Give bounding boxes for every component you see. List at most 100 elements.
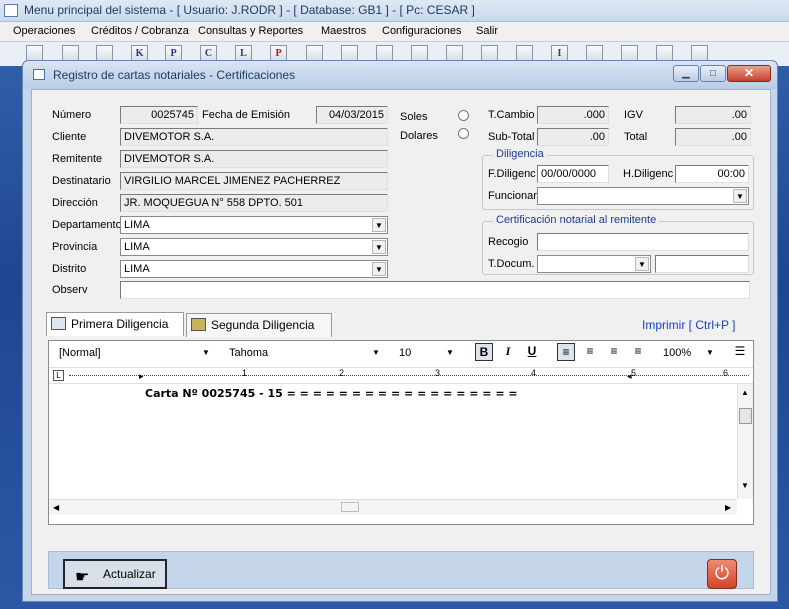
dolares-radio[interactable] <box>458 128 469 139</box>
chevron-down-icon[interactable]: ▼ <box>703 346 717 360</box>
tab-segunda-diligencia[interactable]: Segunda Diligencia <box>186 313 332 337</box>
chevron-down-icon[interactable]: ▼ <box>635 257 649 271</box>
provincia-select[interactable]: LIMA ▼ <box>120 238 388 256</box>
diligencia-caption: Diligencia <box>493 148 547 160</box>
main-title-bar: Menu principal del sistema - [ Usuario: … <box>0 0 789 22</box>
departamento-label: Departamento <box>52 219 122 231</box>
direccion-field[interactable]: JR. MOQUEGUA N° 558 DPTO. 501 <box>120 194 388 212</box>
menu-salir[interactable]: Salir <box>476 25 498 37</box>
provincia-label: Provincia <box>52 241 98 253</box>
align-right-icon[interactable]: ≡ <box>581 343 599 361</box>
actualizar-button[interactable]: ☛ Actualizar <box>63 559 167 589</box>
minimize-button[interactable]: ▁ <box>673 65 699 82</box>
menu-creditos-cobranza[interactable]: Créditos / Cobranza <box>91 25 189 37</box>
style-select[interactable]: [Normal] ▼ <box>55 344 215 362</box>
tcambio-field[interactable]: .000 <box>537 106 609 124</box>
font-select[interactable]: Tahoma ▼ <box>225 344 385 362</box>
imprimir-link[interactable]: Imprimir [ Ctrl+P ] <box>642 318 735 332</box>
total-label: Total <box>624 131 648 143</box>
observ-field[interactable] <box>120 281 750 299</box>
chevron-down-icon[interactable]: ▼ <box>372 240 386 254</box>
tdocum-number-field[interactable] <box>655 255 749 273</box>
chevron-down-icon[interactable]: ▼ <box>372 262 386 276</box>
scroll-thumb[interactable] <box>739 408 752 424</box>
soles-radio[interactable] <box>458 110 469 121</box>
ruler-ticks <box>69 375 749 377</box>
scroll-down-icon[interactable]: ▼ <box>741 481 749 490</box>
dialog-title: Registro de cartas notariales - Certific… <box>53 68 296 82</box>
rich-text-editor: [Normal] ▼ Tahoma ▼ 10 ▼ B I U ≡ ≡ ≡ ≡ 100%… <box>48 340 754 525</box>
power-icon[interactable]: ⏻ <box>707 559 737 589</box>
cliente-field[interactable]: DIVEMOTOR S.A. <box>120 128 388 146</box>
certificacion-group: Certificación notarial al remitente Reco… <box>482 214 754 275</box>
zoom-select[interactable]: 100% ▼ <box>659 344 719 362</box>
igv-label: IGV <box>624 109 643 121</box>
certificacion-caption: Certificación notarial al remitente <box>493 214 660 226</box>
main-window-title: Menu principal del sistema - [ Usuario: … <box>24 3 475 17</box>
funcionar-select[interactable]: ▼ <box>537 187 749 205</box>
scroll-up-icon[interactable]: ▲ <box>741 388 749 397</box>
underline-button[interactable]: U <box>523 343 541 361</box>
remitente-field[interactable]: DIVEMOTOR S.A. <box>120 150 388 168</box>
destinatario-field[interactable]: VIRGILIO MARCEL JIMENEZ PACHERREZ <box>120 172 388 190</box>
close-button[interactable]: ✕ <box>727 65 771 82</box>
vertical-scrollbar[interactable]: ▲ ▼ <box>737 384 753 499</box>
list-icon[interactable]: ☰ <box>731 343 749 361</box>
hdiligenc-field[interactable]: 00:00 <box>675 165 749 183</box>
scroll-left-icon[interactable]: ◀ <box>53 503 59 512</box>
menu-consultas-reportes[interactable]: Consultas y Reportes <box>198 25 303 37</box>
maximize-button[interactable]: □ <box>700 65 726 82</box>
tdocum-select[interactable]: ▼ <box>537 255 651 273</box>
fdiligenc-field[interactable]: 00/00/0000 <box>537 165 609 183</box>
ruler-mark: 3 <box>435 368 441 378</box>
horizontal-scrollbar[interactable]: ◀ ▶ <box>49 499 737 515</box>
actualizar-label: Actualizar <box>103 567 156 581</box>
subtotal-field[interactable]: .00 <box>537 128 609 146</box>
scroll-right-icon[interactable]: ▶ <box>725 503 731 512</box>
scroll-thumb-h[interactable] <box>341 502 359 512</box>
igv-field[interactable]: .00 <box>675 106 751 124</box>
align-left-icon[interactable]: ≡ <box>557 343 575 361</box>
dialog-window-icon <box>33 69 45 80</box>
recogio-field[interactable] <box>537 233 749 251</box>
document-text[interactable]: Carta Nº 0025745 - 15 = = = = = = = = = … <box>145 387 518 400</box>
bold-button[interactable]: B <box>475 343 493 361</box>
fecha-emision-field[interactable]: 04/03/2015 <box>316 106 388 124</box>
ruler-mark: 6 <box>723 368 729 378</box>
soles-label: Soles <box>400 111 428 123</box>
direccion-label: Dirección <box>52 197 98 209</box>
distrito-label: Distrito <box>52 263 87 275</box>
align-justify-icon[interactable]: ≡ <box>629 343 647 361</box>
chevron-down-icon[interactable]: ▼ <box>199 346 213 360</box>
menu-bar: Operaciones Créditos / Cobranza Consulta… <box>0 22 789 42</box>
ruler: L ▸ 1 2 3 4 ◂ 5 6 <box>49 367 753 384</box>
chevron-down-icon[interactable]: ▼ <box>369 346 383 360</box>
dialog-client-area: Número 0025745 Fecha de Emisión 04/03/20… <box>31 89 771 595</box>
tab-primera-label: Primera Diligencia <box>71 317 169 331</box>
tab-primera-diligencia[interactable]: Primera Diligencia <box>46 312 184 336</box>
italic-button[interactable]: I <box>499 343 517 361</box>
ruler-mark: 2 <box>339 368 345 378</box>
ruler-mark: 5 <box>631 368 637 378</box>
departamento-value: LIMA <box>124 219 150 231</box>
indent-marker-left-icon[interactable]: ▸ <box>139 371 144 382</box>
menu-maestros[interactable]: Maestros <box>321 25 366 37</box>
tab-segunda-label: Segunda Diligencia <box>211 318 315 332</box>
observ-label: Observ <box>52 284 88 296</box>
chevron-down-icon[interactable]: ▼ <box>733 189 747 203</box>
chevron-down-icon[interactable]: ▼ <box>443 346 457 360</box>
menu-operaciones[interactable]: Operaciones <box>13 25 75 37</box>
ruler-mark: 1 <box>242 368 248 378</box>
chevron-down-icon[interactable]: ▼ <box>372 218 386 232</box>
align-center-icon[interactable]: ≡ <box>605 343 623 361</box>
zoom-value: 100% <box>663 347 692 359</box>
tab-stop-icon[interactable]: L <box>53 370 64 381</box>
font-size-select[interactable]: 10 ▼ <box>395 344 459 362</box>
distrito-select[interactable]: LIMA ▼ <box>120 260 388 278</box>
numero-field[interactable]: 0025745 <box>120 106 198 124</box>
menu-configuraciones[interactable]: Configuraciones <box>382 25 462 37</box>
total-field[interactable]: .00 <box>675 128 751 146</box>
document-area[interactable]: Carta Nº 0025745 - 15 = = = = = = = = = … <box>49 384 737 489</box>
departamento-select[interactable]: LIMA ▼ <box>120 216 388 234</box>
hand-icon: ☛ <box>75 569 90 586</box>
